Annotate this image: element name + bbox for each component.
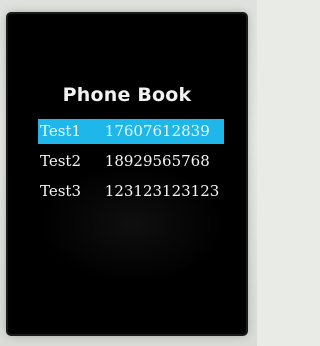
device-photo: Phone Book Test1 17607612839 Test2 18929… xyxy=(0,0,257,346)
contact-number: 17607612839 xyxy=(104,122,210,140)
contact-number: 123123123123 xyxy=(104,182,220,200)
display-screen: Phone Book Test1 17607612839 Test2 18929… xyxy=(8,14,246,334)
contact-name: Test1 xyxy=(40,122,81,140)
contact-number: 18929565768 xyxy=(104,152,210,170)
contact-item-test2[interactable]: Test2 18929565768 xyxy=(8,149,246,174)
contact-name: Test3 xyxy=(40,182,81,200)
contact-item-test3[interactable]: Test3 123123123123 xyxy=(8,179,246,204)
contact-name: Test2 xyxy=(40,152,81,170)
contact-list: Test1 17607612839 Test2 18929565768 Test… xyxy=(8,119,246,209)
page-title: Phone Book xyxy=(62,84,192,106)
contact-item-test1[interactable]: Test1 17607612839 xyxy=(38,119,224,144)
